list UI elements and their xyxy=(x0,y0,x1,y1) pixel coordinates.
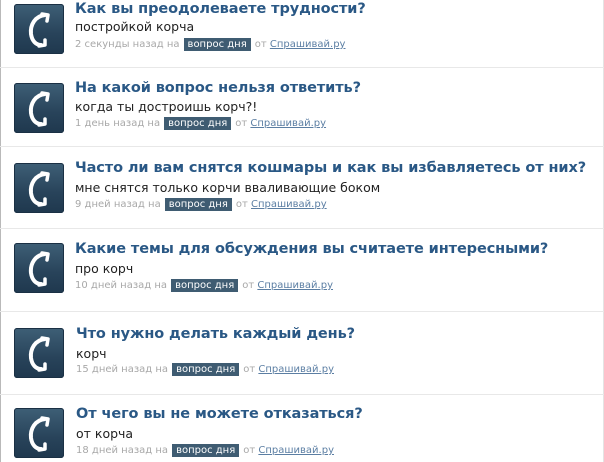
item-meta: 2 секунды назад на вопрос дня от Спрашивай… xyxy=(75,38,345,51)
divider xyxy=(0,311,604,312)
avatar[interactable] xyxy=(14,243,64,293)
question-of-day-badge[interactable]: вопрос дня xyxy=(171,279,239,292)
avatar[interactable] xyxy=(14,83,64,133)
from-label: от xyxy=(235,199,248,210)
question-title-link[interactable]: От чего вы не можете отказаться? xyxy=(76,406,363,422)
answer-text: когда ты достроишь корч?! xyxy=(75,99,258,114)
question-of-day-badge[interactable]: вопрос дня xyxy=(172,363,240,376)
answer-text: корч xyxy=(76,346,107,361)
site-link[interactable]: Спрашивай.ру xyxy=(270,39,346,50)
phone-handset-icon xyxy=(28,416,50,452)
phone-handset-icon xyxy=(28,251,50,287)
from-label: от xyxy=(242,280,255,291)
question-title-link[interactable]: На какой вопрос нельзя ответить? xyxy=(75,80,361,96)
from-label: от xyxy=(243,364,256,375)
item-meta: 18 дней назад на вопрос дня от Спрашивай.р… xyxy=(76,444,334,457)
item-meta: 10 дней назад на вопрос дня от Спрашивай.р… xyxy=(75,279,333,292)
question-of-day-badge[interactable]: вопрос дня xyxy=(164,117,232,130)
site-link[interactable]: Спрашивай.ру xyxy=(258,364,334,375)
avatar[interactable] xyxy=(14,163,64,213)
question-title-link[interactable]: Как вы преодолеваете трудности? xyxy=(75,1,366,17)
question-of-day-badge[interactable]: вопрос дня xyxy=(183,38,251,51)
avatar[interactable] xyxy=(14,328,64,378)
answer-text: про корч xyxy=(75,261,134,276)
answer-text: от корча xyxy=(76,426,134,441)
divider xyxy=(0,146,604,147)
from-label: от xyxy=(235,118,248,129)
item-meta: 1 день назад на вопрос дня от Спрашивай.ру xyxy=(75,117,326,130)
question-title-link[interactable]: Что нужно делать каждый день? xyxy=(76,326,355,342)
answer-text: мне снятся только корчи вваливающие боко… xyxy=(75,180,381,195)
item-meta: 9 дней назад на вопрос дня от Спрашивай.ру xyxy=(75,198,327,211)
question-of-day-badge[interactable]: вопрос дня xyxy=(164,198,232,211)
site-link[interactable]: Спрашивай.ру xyxy=(250,118,326,129)
from-label: от xyxy=(254,39,267,50)
question-title-link[interactable]: Часто ли вам снятся кошмары и как вы изб… xyxy=(75,160,586,176)
phone-handset-icon xyxy=(28,12,50,48)
timestamp: 18 дней назад на xyxy=(76,445,169,456)
timestamp: 15 дней назад на xyxy=(76,364,169,375)
avatar[interactable] xyxy=(14,408,64,458)
site-link[interactable]: Спрашивай.ру xyxy=(257,280,333,291)
question-feed: Как вы преодолеваете трудности? постройк… xyxy=(0,0,604,462)
phone-handset-icon xyxy=(28,336,50,372)
left-border xyxy=(0,0,1,462)
avatar[interactable] xyxy=(14,4,64,54)
phone-handset-icon xyxy=(28,91,50,127)
question-title-link[interactable]: Какие темы для обсуждения вы считаете ин… xyxy=(75,241,548,257)
site-link[interactable]: Спрашивай.ру xyxy=(258,445,334,456)
phone-handset-icon xyxy=(28,171,50,207)
timestamp: 1 день назад на xyxy=(75,118,161,129)
divider xyxy=(0,228,604,229)
divider xyxy=(0,394,604,395)
item-meta: 15 дней назад на вопрос дня от Спрашивай.р… xyxy=(76,363,334,376)
divider xyxy=(0,67,604,68)
timestamp: 10 дней назад на xyxy=(75,280,168,291)
timestamp: 2 секунды назад на xyxy=(75,39,180,50)
question-of-day-badge[interactable]: вопрос дня xyxy=(172,444,240,457)
timestamp: 9 дней назад на xyxy=(75,199,161,210)
from-label: от xyxy=(243,445,256,456)
answer-text: постройкой корча xyxy=(75,19,195,34)
site-link[interactable]: Спрашивай.ру xyxy=(251,199,327,210)
